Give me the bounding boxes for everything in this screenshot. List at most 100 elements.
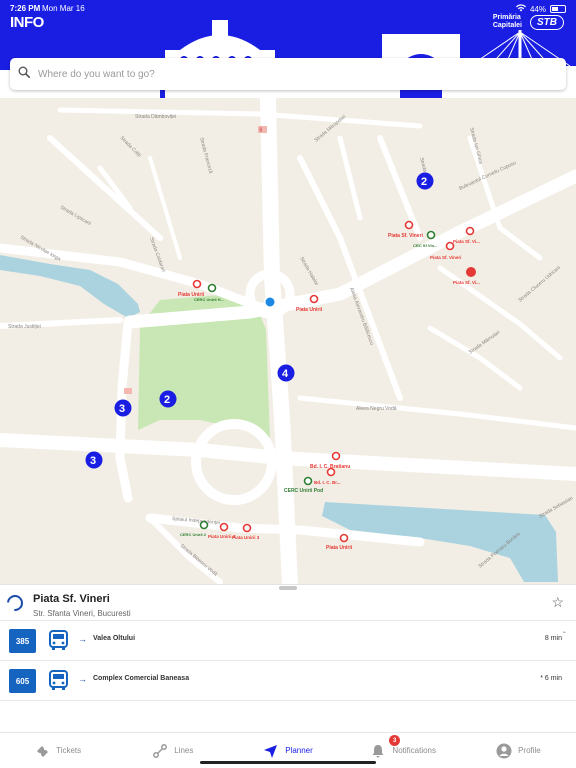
loading-spinner-icon — [3, 591, 27, 615]
bus-stop-marker[interactable] — [309, 294, 319, 304]
stop-address: Str. Sfanta Vineri, Bucuresti — [33, 609, 131, 618]
tab-label: Planner — [285, 746, 313, 755]
battery-icon — [550, 5, 566, 13]
tab-label: Lines — [174, 746, 194, 755]
street-label: Strada Lipscani — [59, 205, 92, 227]
map-canvas[interactable]: Strada Dâmboviței Bulevardul Corneliu Co… — [0, 98, 576, 584]
stop-label: Piata Sf. Vi... — [453, 239, 480, 244]
road-badge — [124, 388, 132, 394]
street-label: Strada Cluceru Udricani — [517, 265, 562, 304]
logo-text: INFO — [10, 14, 44, 31]
pmb-line-1: Primăria — [492, 14, 521, 21]
street-label: Strada Dâmboviței — [135, 114, 176, 120]
notification-count-badge: 3 — [389, 735, 401, 746]
stop-label: Bd. I. C. Bratianu — [310, 464, 350, 470]
stop-label: Piata Unirii — [326, 545, 353, 551]
cluster-count: 3 — [119, 403, 125, 415]
street-label: Strada Colții — [119, 135, 143, 159]
person-icon — [496, 743, 512, 758]
live-signal-icon: ⌁ — [562, 630, 566, 636]
bus-stop-marker[interactable] — [192, 279, 202, 289]
street-label: Strada Mămulari — [468, 330, 501, 356]
stop-details-sheet: Piata Sf. Vineri Str. Sfanta Vineri, Buc… — [0, 584, 576, 732]
stop-label: CERC Unirii Pod — [284, 488, 323, 494]
route-number-badge: 605 — [9, 669, 36, 693]
bus-stop-marker[interactable] — [242, 523, 252, 533]
stop-label: Piata Unirii — [296, 307, 323, 313]
favorite-star-icon[interactable]: ☆ — [551, 595, 564, 609]
route-destination: Complex Comercial Baneasa — [93, 675, 190, 682]
route-eta: * 6 min — [540, 675, 562, 682]
battery-percent: 44% — [529, 4, 546, 14]
route-row[interactable]: 605 → Complex Comercial Baneasa * 6 min — [0, 661, 576, 701]
arrow-right-icon: → — [78, 674, 87, 684]
stop-label: Bd. I. C. Br... — [314, 480, 341, 485]
route-number-badge: 385 — [9, 629, 36, 653]
arrow-right-icon: → — [78, 634, 87, 644]
app-logo: INFO — [10, 14, 44, 31]
stop-label: Piata Sf. Vi... — [453, 280, 480, 285]
map-view[interactable]: Strada Dâmboviței Bulevardul Corneliu Co… — [0, 98, 576, 584]
cluster-count: 2 — [421, 176, 427, 188]
current-location-dot[interactable] — [265, 297, 275, 307]
sheet-drag-handle[interactable] — [279, 586, 297, 590]
wifi-icon — [515, 4, 526, 14]
street-label: Strada Bibescu Vodă — [179, 543, 219, 578]
stb-logo: STB — [530, 14, 564, 30]
road-badge-number: 6 — [260, 128, 263, 134]
pmb-line-2: Capitalei — [492, 22, 522, 29]
bus-stop-marker[interactable] — [404, 220, 414, 230]
route-row[interactable]: 385 → Valea Oltului ⌁ 8 min — [0, 621, 576, 661]
tab-profile[interactable]: Profile — [461, 733, 576, 768]
route-icon — [153, 743, 168, 758]
cluster-marker[interactable]: 3 — [85, 451, 103, 469]
street-label: Strada Halelor — [298, 256, 319, 287]
status-date: Mon Mar 16 — [42, 4, 85, 13]
navigation-arrow-icon — [264, 744, 278, 758]
status-bar: 7:26 PM Mon Mar 16 44% — [10, 2, 566, 16]
status-right: 44% — [515, 4, 566, 14]
street-label: Strada Sebastian — [538, 495, 574, 519]
bell-icon — [372, 744, 384, 757]
pmb-logo: Primăria Capitalei — [493, 14, 522, 30]
cluster-marker[interactable]: 2 — [416, 172, 434, 190]
selected-stop-marker[interactable] — [466, 267, 476, 277]
stop-name: Piata Sf. Vineri — [33, 593, 110, 605]
search-input[interactable] — [38, 68, 518, 80]
street-label: Aleea Negru Vodă — [356, 406, 397, 412]
street-label: Strada Franceză — [198, 137, 213, 174]
tab-label: Profile — [518, 746, 541, 755]
stop-header[interactable]: Piata Sf. Vineri Str. Sfanta Vineri, Buc… — [0, 585, 576, 621]
bus-stop-marker[interactable] — [219, 522, 229, 532]
metro-stop-marker[interactable] — [426, 230, 436, 240]
search-icon — [18, 65, 30, 83]
tab-label: Tickets — [56, 746, 82, 755]
stop-label: Piata Sf. Vineri — [430, 255, 461, 260]
cluster-count: 2 — [164, 394, 170, 406]
metro-stop-marker[interactable] — [303, 476, 313, 486]
river-segment-east — [322, 502, 558, 582]
ticket-icon — [37, 745, 49, 757]
bus-stop-marker[interactable] — [465, 226, 475, 236]
stop-label: Piata Sf. Vineri — [388, 233, 424, 239]
bus-icon — [49, 630, 68, 650]
metro-stop-marker[interactable] — [207, 283, 217, 293]
stop-label: CERC Unirii 2 — [180, 532, 207, 537]
tab-tickets[interactable]: Tickets — [0, 733, 115, 768]
cluster-marker[interactable]: 2 — [159, 390, 177, 408]
street-label: Strada Justiției — [8, 324, 41, 330]
cluster-count: 3 — [90, 455, 96, 467]
search-bar[interactable] — [10, 58, 566, 90]
bus-icon — [49, 670, 68, 690]
stop-label: CERC Unirii H... — [194, 297, 224, 302]
stop-label: CRC Sf Vin... — [413, 243, 437, 248]
bus-stop-marker[interactable] — [331, 451, 341, 461]
cluster-marker[interactable]: 4 — [277, 364, 295, 382]
app-header: 7:26 PM Mon Mar 16 44% INFO Primăria Cap… — [0, 0, 576, 98]
home-indicator — [200, 761, 376, 764]
cluster-marker[interactable]: 3 — [114, 399, 132, 417]
tab-label: Notifications — [392, 746, 436, 755]
bus-stop-marker[interactable] — [339, 533, 349, 543]
status-time: 7:26 PM — [10, 4, 41, 13]
metro-stop-marker[interactable] — [199, 520, 209, 530]
